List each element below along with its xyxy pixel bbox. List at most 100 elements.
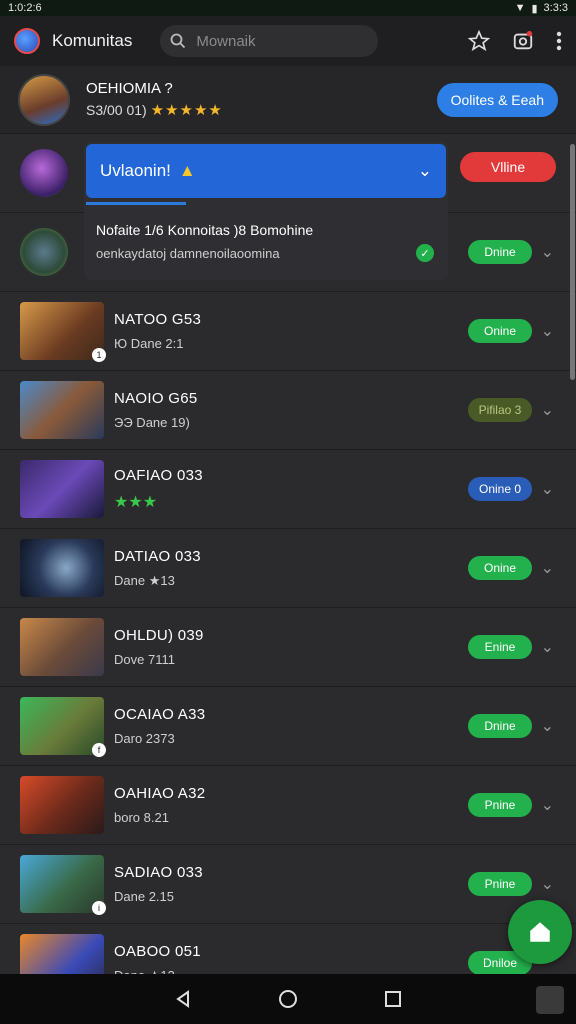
avatar [20,149,68,197]
battery-icon: ▮ [531,2,538,15]
row-text: SADIAO 033 Dane 2.15 [114,864,203,904]
status-badge[interactable]: Pifilao 3 [468,398,532,422]
row-title: DATIAO 033 [114,547,201,565]
game-thumbnail: f [20,697,106,757]
progress-indicator [86,202,186,205]
status-badge[interactable]: Onine 0 [468,477,532,501]
status-badge[interactable]: Pnine [468,872,532,896]
row-sub: Ю Dane 2:1 [114,336,184,351]
status-badge[interactable]: Enine [468,635,532,659]
scrollbar[interactable] [570,144,575,380]
vlline-button[interactable]: Vlline [460,152,556,182]
game-thumbnail [20,776,104,834]
row-title: OAFIAO 033 [114,466,203,484]
list-item[interactable]: OAHIAO A32 boro 8.21 Pnine ⌄ [0,766,576,845]
row-sub: boro 8.21 [114,810,169,825]
chevron-down-icon[interactable]: ⌄ [541,400,554,420]
game-thumbnail: i [20,855,106,915]
list-item[interactable]: i SADIAO 033 Dane 2.15 Pnine ⌄ [0,845,576,924]
popup-header-dropdown[interactable]: Uvlaonin! ▲ ⌄ [86,144,446,198]
system-nav-bar [0,974,576,1024]
star-icon[interactable] [468,30,490,52]
row-text: OHLDU) 039 Dove 7111 [114,627,204,667]
list-item[interactable]: DATIAO 033 Dane ★13 Onine ⌄ [0,529,576,608]
row-title: OAHIAO A32 [114,785,206,802]
home-fab-button[interactable] [508,900,572,964]
row-text: NAOIO G65 ЭЭ Dane 19) [114,390,198,430]
home-nav-icon[interactable] [278,989,298,1009]
search-placeholder: Mownaik [196,32,256,50]
search-input[interactable]: Mownaik [160,25,379,57]
chevron-down-icon[interactable]: ⌄ [541,242,554,262]
game-thumbnail [20,381,104,439]
status-right-text: 3:3:3 [543,2,568,14]
chevron-down-icon[interactable]: ⌄ [541,795,554,815]
avatar[interactable] [18,73,70,126]
row-sub: Dane 2.15 [114,889,174,904]
back-icon[interactable] [174,990,192,1008]
row-text: OAHIAO A32 boro 8.21 [114,785,205,825]
status-time: 1:0:2:6 [8,2,42,14]
profile-sub-text: S3/00 01) [86,102,147,118]
check-icon: ✓ [416,244,434,262]
chevron-down-icon[interactable]: ⌄ [541,716,554,736]
badge-icon: 1 [92,348,106,362]
profile-sub: S3/00 01) ★★★★★ [86,101,223,119]
popup-subtitle: oenkaydatoj damnenoilaoomina [96,246,280,261]
profile-cta-button[interactable]: Oolites & Eeah [436,82,558,117]
chevron-down-icon[interactable]: ⌄ [541,558,554,578]
row-text: OAFIAO 033 ★★★ [114,467,203,512]
row-sub: Daro 2373 [114,731,175,746]
list-item[interactable]: 1 NATOO G53 Ю Dane 2:1 Onine ⌄ [0,292,576,371]
status-badge[interactable]: Pnine [468,793,532,817]
row-title: SADIAO 033 [114,864,203,881]
status-badge[interactable]: Onine [468,319,532,343]
profile-bar: OEHIOMIA ? S3/00 01) ★★★★★ Oolites & Eea… [0,66,576,134]
app-bar: Komunitas Mownaik [0,16,576,66]
chevron-down-icon[interactable]: ⌄ [541,874,554,894]
search-icon [170,33,186,49]
game-thumbnail [20,618,104,676]
list-item[interactable]: OAFIAO 033 ★★★ Onine 0 ⌄ [0,450,576,529]
row-title: OCAIAO A33 [114,706,206,723]
home-icon [530,922,550,942]
profile-name: OEHIOMIA ? [86,80,173,97]
community-popup: Uvlaonin! ▲ ⌄ Nofaite 1/6 Konnoitas )8 B… [84,142,448,280]
status-badge[interactable]: Dnine [468,714,532,738]
game-thumbnail [20,460,104,518]
chevron-down-icon[interactable]: ⌄ [541,321,554,341]
row-title: NAOIO G65 [114,390,198,407]
recents-icon[interactable] [384,990,402,1008]
chevron-down-icon[interactable]: ⌄ [541,479,554,499]
profile-text: OEHIOMIA ? S3/00 01) ★★★★★ [86,80,223,119]
row-sub: ЭЭ Dane 19) [114,415,190,430]
row-sub: Dove 7111 [114,652,175,667]
status-icons: ▼ ▮ 3:3:3 [515,2,568,15]
list-item[interactable]: NAOIO G65 ЭЭ Dane 19) Pifilao 3 ⌄ [0,371,576,450]
row-text: OCAIAO A33 Daro 2373 [114,706,205,746]
camera-icon[interactable] [512,30,534,52]
screenshot-icon[interactable] [536,986,564,1014]
app-logo-icon [14,28,40,54]
row-title: OABOO 051 [114,942,201,960]
chevron-down-icon[interactable]: ⌄ [541,637,554,657]
status-badge[interactable]: Onine [468,556,532,580]
status-badge[interactable]: Dnine [468,240,532,264]
badge-icon: f [92,743,106,757]
vlline-label: Vlline [490,159,526,175]
list-item[interactable]: OHLDU) 039 Dove 7111 Enine ⌄ [0,608,576,687]
app-actions [468,30,562,52]
row-sub: ★★★ [114,493,158,511]
row-text: DATIAO 033 Dane ★13 [114,548,201,589]
chevron-down-icon: ⌄ [417,161,432,180]
more-icon[interactable] [556,31,562,51]
list-item[interactable]: f OCAIAO A33 Daro 2373 Dnine ⌄ [0,687,576,766]
popup-title: Nofaite 1/6 Konnoitas )8 Bomohine [96,222,314,238]
avatar [20,228,68,276]
badge-icon: i [92,901,106,915]
bell-icon: ▲ [178,161,196,180]
row-text: NATOO G53 Ю Dane 2:1 [114,311,201,351]
row-title: NATOO G53 [114,311,202,328]
game-thumbnail [20,539,104,597]
row-sub: Dane ★13 [114,572,175,588]
